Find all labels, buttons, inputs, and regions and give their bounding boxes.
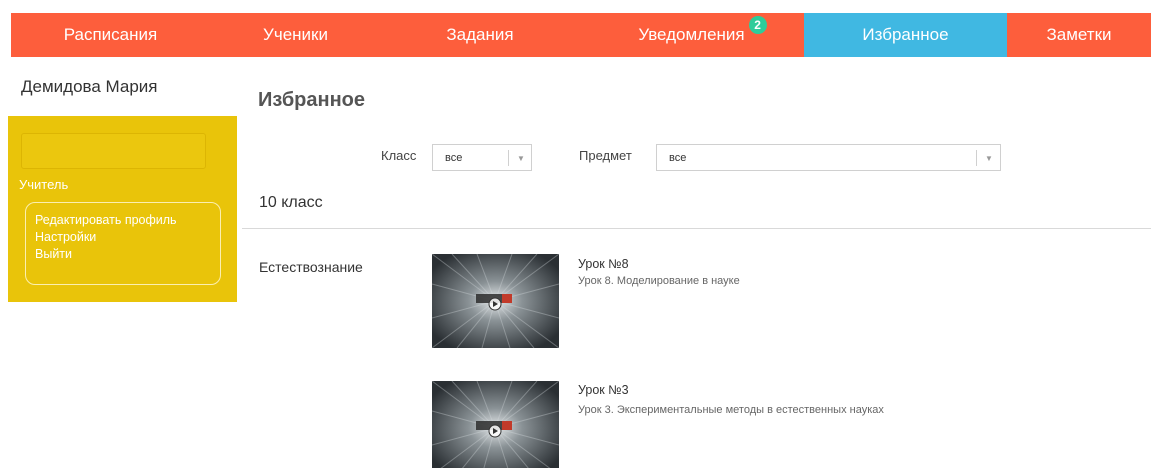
chevron-down-icon: ▼ [985, 154, 993, 163]
subject-filter-value: все [669, 151, 687, 164]
lesson-title[interactable]: Урок №8 [578, 257, 629, 271]
chevron-down-icon: ▼ [517, 154, 525, 163]
top-nav: Расписания Ученики Задания Уведомления 2… [11, 13, 1151, 57]
video-play-icon [432, 381, 559, 468]
lesson-title[interactable]: Урок №3 [578, 383, 629, 397]
section-divider [242, 228, 1151, 229]
lesson-description: Урок 8. Моделирование в науке [578, 275, 740, 287]
notification-count-badge: 2 [748, 16, 767, 34]
nav-tab-notifications[interactable]: Уведомления 2 [579, 13, 804, 57]
class-filter-label: Класс [381, 148, 417, 163]
edit-profile-link[interactable]: Редактировать профиль [35, 212, 220, 229]
nav-tab-notes[interactable]: Заметки [1007, 13, 1151, 57]
page-title: Избранное [258, 89, 366, 111]
profile-menu: Редактировать профиль Настройки Выйти [25, 202, 221, 285]
subject-name: Естествознание [259, 259, 363, 275]
lesson-video-thumbnail[interactable] [432, 254, 559, 348]
nav-tab-label: Задания [446, 25, 514, 44]
lesson-description: Урок 3. Экспериментальные методы в естес… [578, 404, 884, 416]
subject-filter-select[interactable]: все ▼ [656, 144, 1001, 171]
nav-tab-label: Избранное [862, 25, 949, 44]
class-filter-select[interactable]: все ▼ [432, 144, 532, 171]
select-divider [508, 150, 509, 166]
nav-tab-label: Уведомления 2 [638, 16, 767, 45]
nav-tab-assignments[interactable]: Задания [381, 13, 579, 57]
nav-tab-label-text: Уведомления [638, 25, 745, 44]
subject-filter-label: Предмет [579, 148, 632, 163]
class-group-heading: 10 класс [259, 194, 323, 211]
nav-tab-favorites[interactable]: Избранное [804, 13, 1007, 57]
logout-link[interactable]: Выйти [35, 246, 220, 263]
nav-tab-students[interactable]: Ученики [210, 13, 381, 57]
video-play-icon [432, 254, 559, 348]
class-filter-value: все [445, 151, 463, 164]
lesson-video-thumbnail[interactable] [432, 381, 559, 468]
nav-tab-label: Ученики [263, 25, 328, 44]
select-divider [976, 150, 977, 166]
user-role: Учитель [19, 177, 69, 192]
user-name: Демидова Мария [21, 77, 158, 96]
settings-link[interactable]: Настройки [35, 229, 220, 246]
nav-tab-schedules[interactable]: Расписания [11, 13, 210, 57]
avatar-placeholder [21, 133, 206, 169]
nav-tab-label: Расписания [63, 25, 158, 44]
profile-card: Учитель Редактировать профиль Настройки … [8, 116, 237, 302]
nav-tab-label: Заметки [1046, 25, 1112, 44]
